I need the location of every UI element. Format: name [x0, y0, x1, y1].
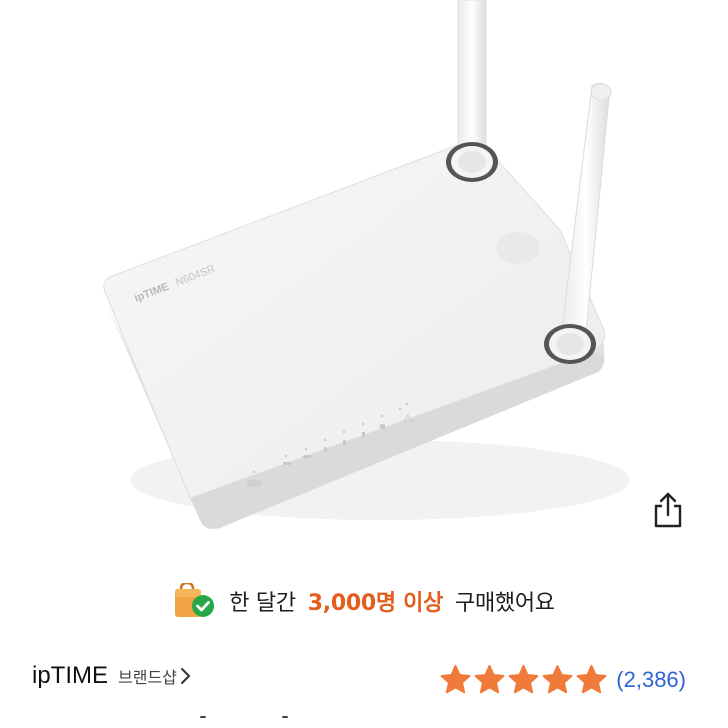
banner-highlight: 3,000명 이상 — [307, 591, 444, 616]
cropped-text-fragment — [200, 716, 206, 718]
star-icon — [474, 665, 505, 694]
review-count: (2,386) — [616, 666, 686, 692]
star-icon — [508, 665, 539, 694]
share-icon — [654, 492, 682, 528]
chevron-right-icon — [180, 668, 190, 684]
banner-text-after: 구매했어요 — [455, 591, 555, 616]
brand-name: ipTIME — [32, 662, 109, 689]
shopping-bag-check-icon — [175, 583, 215, 617]
brand-shop-label: 브랜드샵 — [118, 668, 177, 687]
brand-shop-link[interactable]: ipTIME 브랜드샵 — [32, 662, 193, 690]
share-button[interactable] — [648, 490, 688, 530]
brand-rating-row: ipTIME 브랜드샵 (2,386) — [0, 660, 728, 700]
star-rating — [439, 664, 608, 695]
star-icon — [542, 665, 573, 694]
rating-summary[interactable]: (2,386) — [439, 664, 686, 695]
star-icon — [440, 665, 471, 694]
star-icon — [576, 665, 607, 694]
purchase-count-banner: 한 달간 3,000명 이상 구매했어요 — [0, 578, 728, 624]
cropped-text-fragment — [282, 716, 288, 718]
banner-text-before: 한 달간 — [229, 591, 296, 616]
product-image: ipTIME N604SR — [103, 0, 630, 529]
